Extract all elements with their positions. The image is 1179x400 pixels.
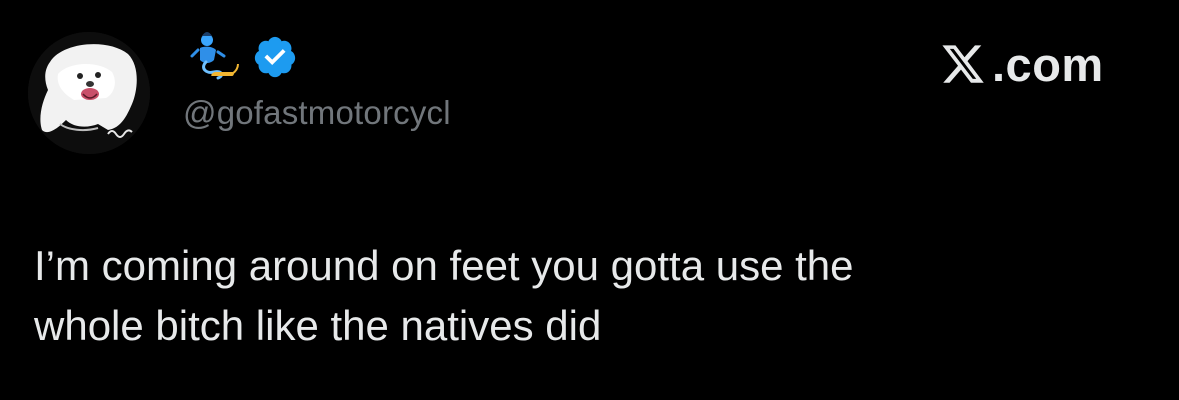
brand-watermark: .com [940,34,1104,94]
brand-domain-text: .com [992,37,1104,91]
avatar-dog-drawing [28,32,150,154]
user-handle[interactable]: @gofastmotorcycl [183,94,451,132]
verified-badge-icon [254,36,296,78]
avatar[interactable] [28,32,150,154]
tweet-line-2: whole bitch like the natives did [34,302,602,349]
genie-icon [190,32,239,80]
tweet-text: I’m coming around on feet you gotta use … [34,236,1144,356]
tweet-line-1: I’m coming around on feet you gotta use … [34,242,854,289]
x-logo-icon [942,45,984,83]
